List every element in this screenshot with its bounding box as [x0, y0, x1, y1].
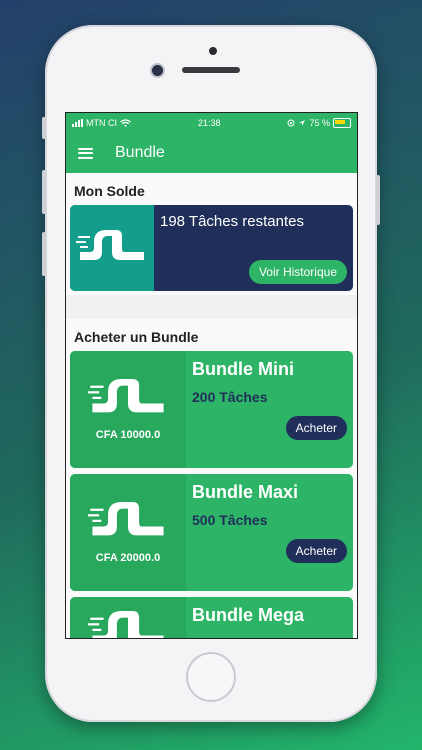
status-time: 21:38	[197, 118, 221, 128]
bundle-info: Bundle Maxi 500 Tâches Acheter	[186, 474, 353, 591]
brand-logo-icon	[76, 230, 144, 260]
brand-logo-icon	[88, 611, 164, 638]
sensor-dot	[209, 47, 217, 55]
mute-switch	[42, 117, 46, 139]
status-bar: MTN CI 21:38 75 %	[66, 113, 357, 133]
balance-section-title: Mon Solde	[66, 173, 357, 205]
earpiece-speaker	[182, 67, 240, 73]
power-button	[376, 175, 380, 225]
front-camera	[152, 65, 163, 76]
bundle-price: CFA 10000.0	[95, 428, 161, 441]
carrier-name: MTN CI	[86, 118, 117, 128]
volume-up-button	[42, 170, 46, 214]
remaining-tasks-text: 198 Tâches restantes	[160, 213, 304, 230]
buy-button-mini[interactable]: Acheter	[285, 416, 347, 440]
battery-icon	[332, 118, 351, 128]
balance-info: 198 Tâches restantes Voir Historique	[154, 205, 353, 291]
location-icon	[299, 120, 306, 126]
bundle-name: Bundle Mega	[192, 605, 305, 625]
wifi-icon	[120, 119, 131, 127]
orientation-lock-icon	[287, 119, 295, 127]
menu-icon[interactable]	[78, 147, 93, 159]
bundle-logo-panel	[70, 597, 186, 638]
bundle-name: Bundle Mini	[192, 359, 294, 379]
bundle-logo-panel: CFA 10000.0	[70, 351, 186, 468]
bundle-tasks: 500 Tâches	[192, 512, 268, 528]
bundles-section-title: Acheter un Bundle	[66, 319, 357, 351]
status-left: MTN CI	[72, 118, 131, 128]
app-screen: MTN CI 21:38 75 % Bundle Mon Solde 198 T…	[65, 112, 358, 639]
bundle-card-mega: Bundle Mega	[70, 597, 353, 638]
section-spacer	[66, 295, 357, 319]
bundles-section: Acheter un Bundle CFA 10000.0 Bundle Min…	[66, 319, 357, 638]
battery-percent: 75 %	[309, 118, 330, 128]
bundle-logo-panel: CFA 20000.0	[70, 474, 186, 591]
app-title: Bundle	[115, 144, 165, 161]
bundle-price: CFA 20000.0	[95, 551, 161, 564]
volume-down-button	[42, 232, 46, 276]
bundle-card-mini: CFA 10000.0 Bundle Mini 200 Tâches Achet…	[70, 351, 353, 468]
status-right: 75 %	[287, 118, 351, 128]
bundle-info: Bundle Mega	[186, 597, 353, 638]
bundle-name: Bundle Maxi	[192, 482, 299, 502]
brand-logo-icon	[88, 378, 164, 412]
balance-card: 198 Tâches restantes Voir Historique	[70, 205, 353, 291]
brand-logo-icon	[88, 501, 164, 535]
signal-icon	[72, 119, 83, 127]
view-history-button[interactable]: Voir Historique	[248, 260, 347, 284]
home-button[interactable]	[188, 654, 234, 700]
bundle-card-maxi: CFA 20000.0 Bundle Maxi 500 Tâches Achet…	[70, 474, 353, 591]
bundle-tasks: 200 Tâches	[192, 389, 268, 405]
app-bar: Bundle	[66, 133, 357, 173]
balance-section: Mon Solde 198 Tâches restantes Voir Hist…	[66, 173, 357, 295]
brand-logo	[70, 205, 154, 291]
buy-button-maxi[interactable]: Acheter	[285, 539, 347, 563]
bundle-info: Bundle Mini 200 Tâches Acheter	[186, 351, 353, 468]
